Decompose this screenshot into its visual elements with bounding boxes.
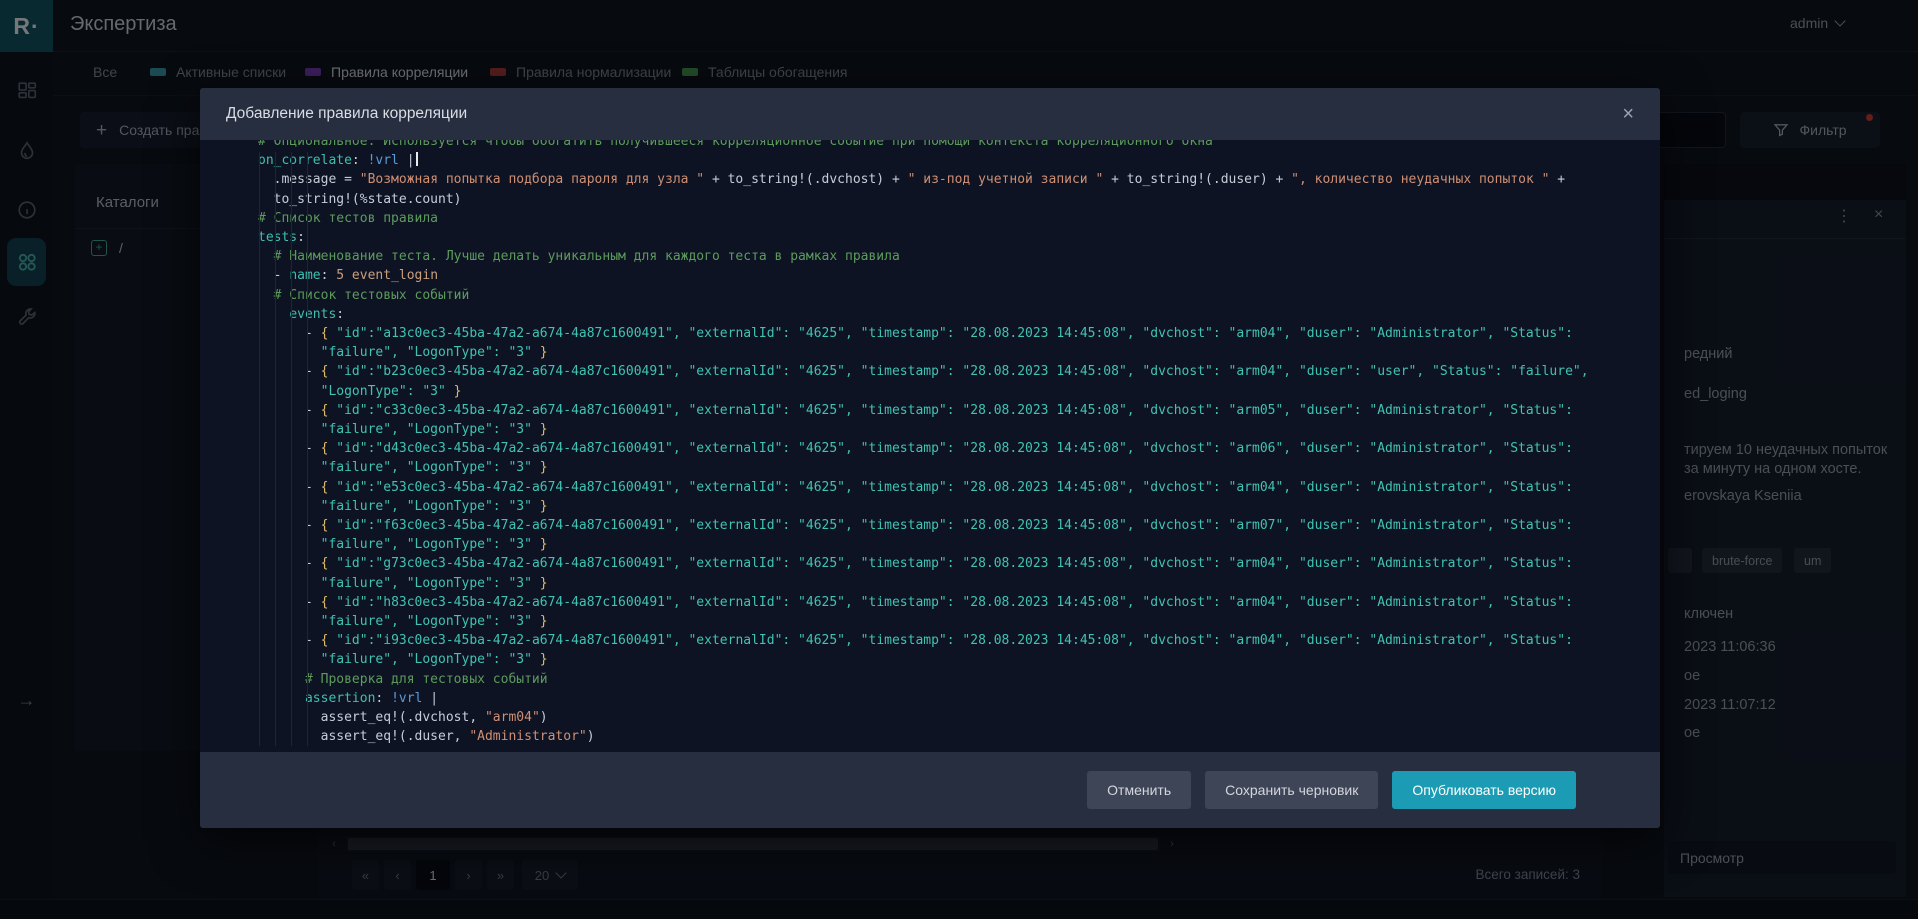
indent-guide xyxy=(259,152,260,746)
modal-title: Добавление правила корреляции xyxy=(226,105,467,123)
save-draft-button[interactable]: Сохранить черновик xyxy=(1205,771,1378,809)
publish-version-button[interactable]: Опубликовать версию xyxy=(1392,771,1576,809)
indent-guide xyxy=(307,152,308,746)
modal-footer: Отменить Сохранить черновик Опубликовать… xyxy=(200,752,1660,828)
indent-guide xyxy=(291,152,292,746)
code-editor[interactable]: # Опциональное. Используется чтобы обога… xyxy=(200,140,1660,752)
app-root: R· → xyxy=(0,0,1918,919)
add-correlation-rule-modal: Добавление правила корреляции × # Опцион… xyxy=(200,88,1660,828)
code-lines: # Опциональное. Используется чтобы обога… xyxy=(200,140,1660,747)
modal-header: Добавление правила корреляции × xyxy=(200,88,1660,140)
cancel-button[interactable]: Отменить xyxy=(1087,771,1191,809)
modal-close-icon[interactable]: × xyxy=(1622,104,1634,124)
indent-guide xyxy=(275,152,276,746)
